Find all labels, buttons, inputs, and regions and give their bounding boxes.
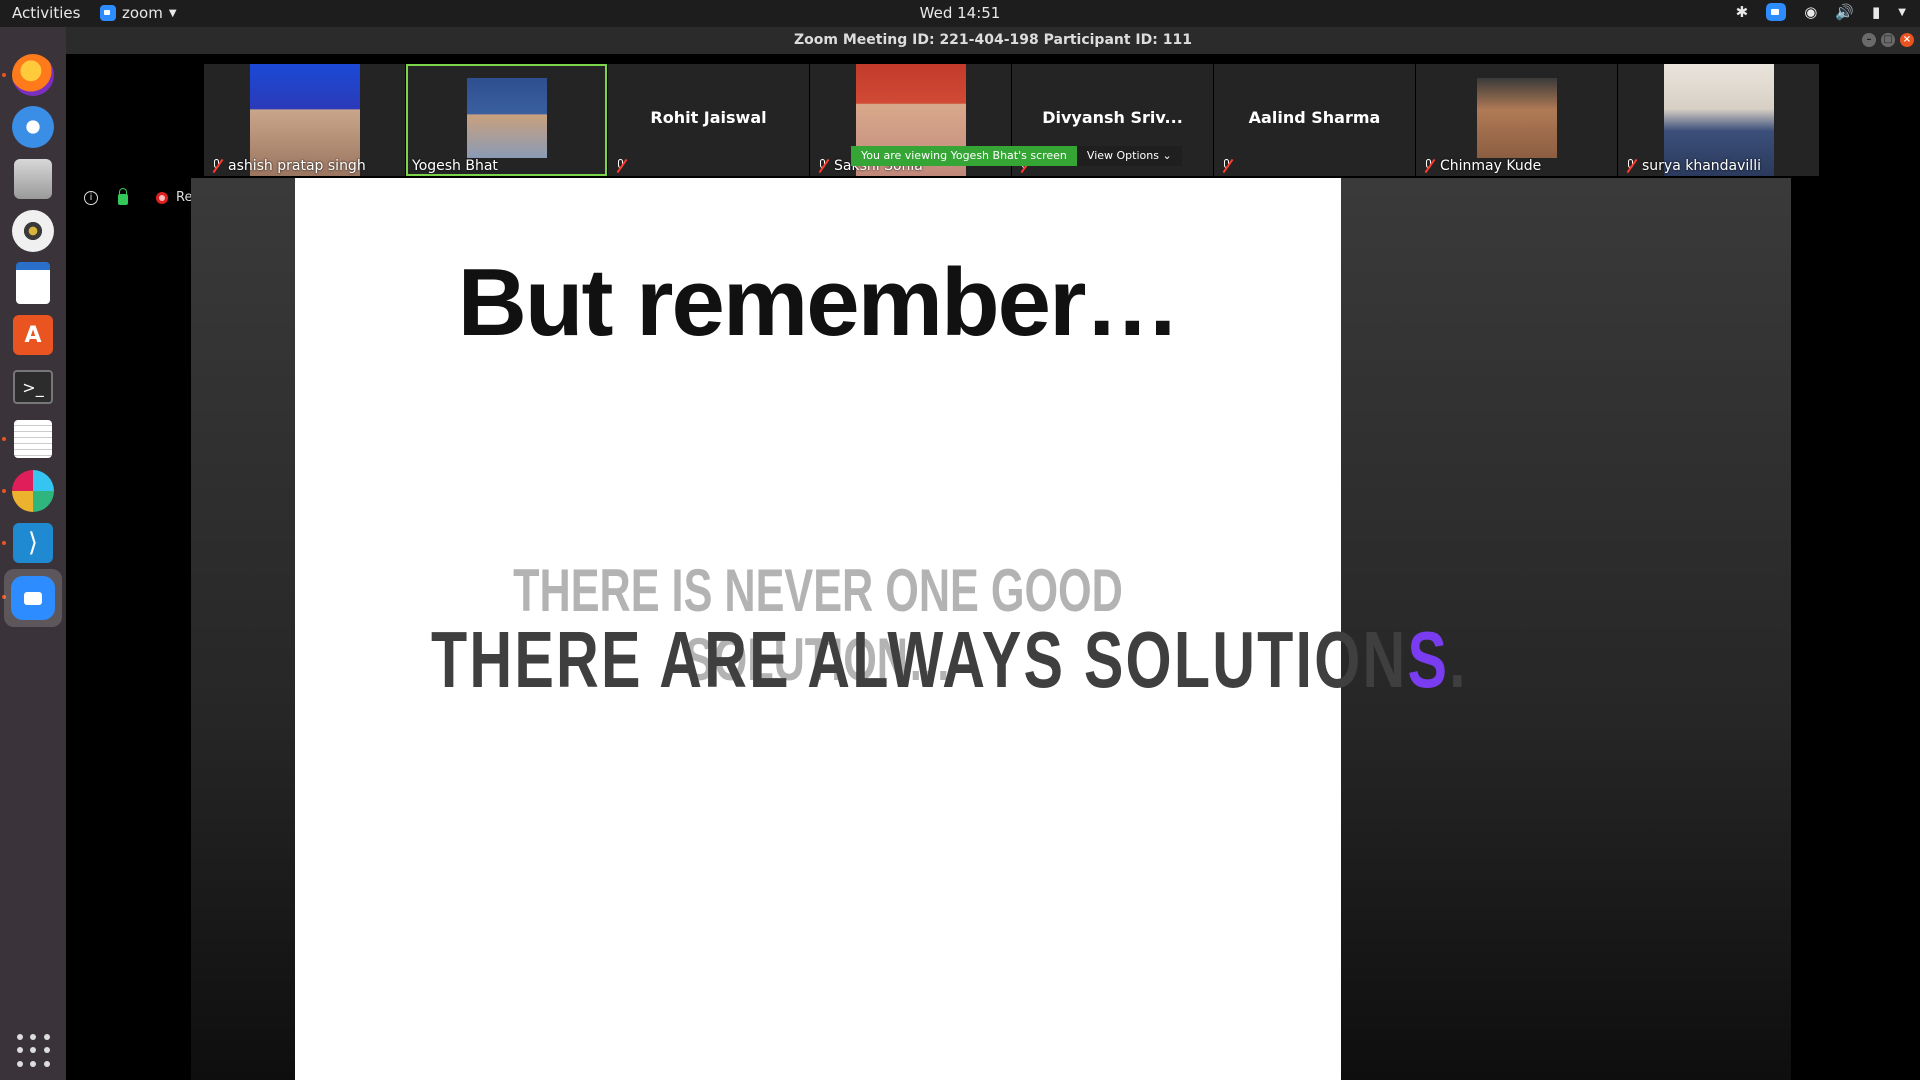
terminal-launcher[interactable]: >_ [9, 363, 57, 411]
mic-muted-icon [1220, 158, 1234, 174]
text-editor-launcher[interactable] [9, 415, 57, 463]
running-indicator [2, 541, 6, 545]
mic-muted-icon [1624, 158, 1638, 174]
mic-muted-icon [614, 158, 628, 174]
document-icon [16, 262, 50, 304]
zoom-app-icon [100, 5, 116, 21]
terminal-icon: >_ [13, 370, 53, 404]
participant-video [1476, 78, 1557, 158]
vscode-launcher[interactable]: ⟩ [9, 519, 57, 567]
window-titlebar[interactable]: Zoom Meeting ID: 221-404-198 Participant… [66, 27, 1920, 54]
chevron-down-icon[interactable]: ▼ [1898, 7, 1906, 18]
participant-name: surya khandavilli [1642, 158, 1761, 174]
slack-icon [12, 470, 54, 512]
participant-tile[interactable]: Rohit Jaiswal [608, 64, 809, 176]
participant-name-center: Divyansh Sriv... [1042, 108, 1183, 127]
participant-tile[interactable]: Aalind Sharma [1214, 64, 1415, 176]
viewing-notice: You are viewing Yogesh Bhat's screen [851, 146, 1077, 166]
app-menu[interactable]: zoom ▼ [100, 4, 177, 22]
volume-icon[interactable]: 🔊 [1835, 3, 1854, 21]
shopping-bag-icon: A [13, 315, 53, 355]
zoom-launcher[interactable] [4, 569, 62, 627]
zoom-tray-icon[interactable] [1766, 3, 1787, 21]
participant-tile[interactable]: surya khandavilli [1618, 64, 1819, 176]
files-launcher[interactable] [9, 155, 57, 203]
record-icon [156, 191, 168, 204]
battery-icon[interactable]: ▮ [1872, 3, 1880, 21]
slide-title: But remember… [457, 249, 1181, 356]
slide-accent-letter: S [1407, 615, 1450, 704]
chevron-down-icon: ⌄ [1162, 149, 1172, 162]
slack-launcher[interactable] [9, 467, 57, 515]
speaker-icon [12, 210, 54, 252]
mic-muted-icon [816, 158, 830, 174]
app-menu-label: zoom [122, 4, 163, 22]
meeting-area: ashish pratap singh Yogesh Bhat Rohit Ja… [66, 54, 1920, 1080]
system-tray[interactable]: ✱ ◉ 🔊 ▮ ▼ [1736, 3, 1906, 21]
participant-name-center: Aalind Sharma [1248, 108, 1381, 127]
running-indicator [2, 489, 6, 493]
files-icon [14, 159, 52, 199]
window-title: Zoom Meeting ID: 221-404-198 Participant… [794, 32, 1192, 48]
participant-name: Yogesh Bhat [412, 158, 498, 174]
top-panel: Activities zoom ▼ Wed 14:51 ✱ ◉ 🔊 ▮ ▼ [0, 0, 1920, 27]
participant-name: ashish pratap singh [228, 158, 366, 174]
close-button[interactable]: × [1900, 33, 1914, 47]
running-indicator [2, 437, 6, 441]
wifi-icon[interactable]: ◉ [1804, 3, 1817, 21]
activities-button[interactable]: Activities [12, 4, 80, 22]
dock: A >_ ⟩ [0, 27, 66, 1080]
participant-video [466, 78, 547, 158]
mic-muted-icon [1422, 158, 1436, 174]
thunderbird-icon [12, 106, 54, 148]
view-options-button[interactable]: View Options ⌄ [1076, 146, 1182, 166]
zoom-icon [11, 576, 55, 620]
shared-slide: But remember… THERE IS NEVER ONE GOOD SO… [295, 178, 1468, 1080]
info-icon[interactable]: i [84, 190, 98, 205]
notepad-icon [14, 420, 52, 458]
software-launcher[interactable]: A [9, 311, 57, 359]
vscode-icon: ⟩ [13, 523, 53, 563]
clock[interactable]: Wed 14:51 [0, 4, 1920, 22]
participant-tile[interactable]: ashish pratap singh [204, 64, 405, 176]
running-indicator [2, 73, 6, 77]
participant-name: Chinmay Kude [1440, 158, 1542, 174]
participant-name-center: Rohit Jaiswal [650, 108, 767, 127]
participant-tile[interactable]: Chinmay Kude [1416, 64, 1617, 176]
slide-line-2: THERE ARE ALWAYS SOLUTIONS. [430, 615, 1468, 704]
slack-tray-icon[interactable]: ✱ [1736, 3, 1749, 21]
rhythmbox-launcher[interactable] [9, 207, 57, 255]
thunderbird-launcher[interactable] [9, 103, 57, 151]
chevron-down-icon: ▼ [168, 7, 177, 19]
mic-muted-icon [210, 158, 224, 174]
firefox-icon [12, 54, 54, 96]
minimize-button[interactable]: – [1862, 33, 1876, 47]
firefox-launcher[interactable] [9, 51, 57, 99]
maximize-button[interactable]: □ [1881, 33, 1895, 47]
lock-icon[interactable] [118, 187, 128, 205]
participant-tile[interactable]: Yogesh Bhat [406, 64, 607, 176]
screen-share-banner: You are viewing Yogesh Bhat's screen Vie… [851, 146, 1182, 166]
show-applications-icon[interactable] [17, 1034, 51, 1068]
writer-launcher[interactable] [9, 259, 57, 307]
